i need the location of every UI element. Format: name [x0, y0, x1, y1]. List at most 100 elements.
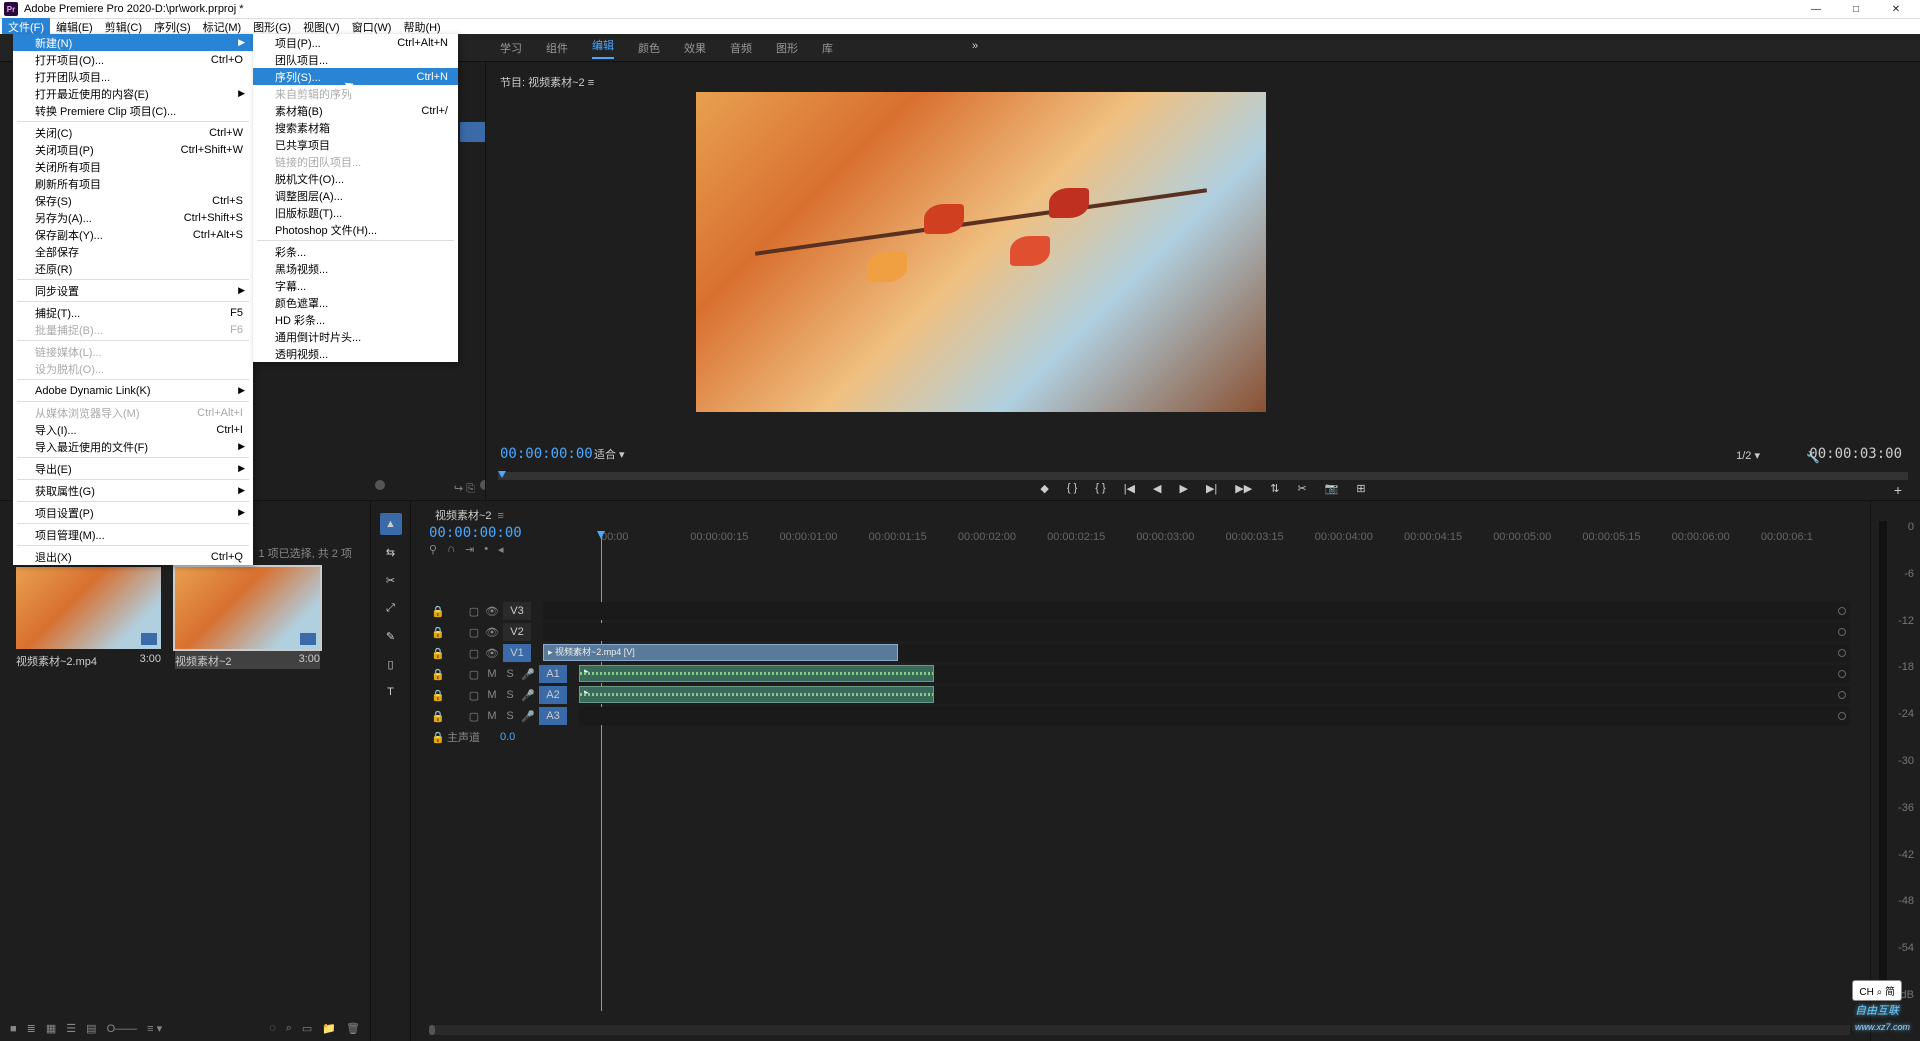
menu-item[interactable]: 退出(X)Ctrl+Q [13, 548, 253, 565]
menu-item[interactable]: 关闭所有项目 [13, 158, 253, 175]
tool-button[interactable]: T [380, 681, 402, 703]
timeline-tool-icon[interactable]: ∩ [447, 543, 455, 556]
track-label[interactable]: V3 [503, 602, 531, 620]
transport-button[interactable]: ⊞ [1356, 482, 1365, 500]
transport-button[interactable]: ✂ [1297, 482, 1306, 500]
project-action-button[interactable]: ▭ [302, 1022, 312, 1035]
workspace-tab[interactable]: 编辑 [592, 37, 614, 59]
tool-button[interactable]: ⇆ [380, 541, 402, 563]
menu-item[interactable]: 导入最近使用的文件(F)▶ [13, 438, 253, 455]
track-toggle[interactable]: ▢ [465, 689, 483, 702]
project-view-button[interactable]: ☰ [66, 1023, 76, 1035]
menu-item[interactable]: 同步设置▶ [13, 282, 253, 299]
track-label[interactable]: A3 [539, 707, 567, 725]
tool-button[interactable]: ▲ [380, 513, 402, 535]
menu-item[interactable]: 导入(I)...Ctrl+I [13, 421, 253, 438]
program-scrubber[interactable] [498, 472, 1908, 480]
workspace-tab[interactable]: 颜色 [638, 40, 660, 56]
keyframe-toggle[interactable] [1838, 607, 1846, 615]
track-lane[interactable] [543, 623, 1850, 641]
project-view-button[interactable]: ≡ ▾ [147, 1023, 162, 1035]
keyframe-toggle[interactable] [1838, 670, 1846, 678]
timeline-timecode[interactable]: 00:00:00:00 [429, 525, 522, 541]
keyframe-toggle[interactable] [1838, 712, 1846, 720]
track-toggle[interactable]: ▢ [465, 605, 483, 618]
track-toggle[interactable]: M [483, 668, 501, 680]
timeline-tool-icon[interactable]: ⚲ [429, 543, 437, 556]
track-toggle[interactable]: 🔒 [429, 710, 447, 723]
submenu-item[interactable]: 彩条... [253, 243, 458, 260]
workspace-tab[interactable]: 图形 [776, 40, 798, 56]
submenu-item[interactable]: 颜色遮罩... [253, 294, 458, 311]
track-toggle[interactable]: ▢ [465, 668, 483, 681]
lock-icon[interactable]: 🔒 [429, 731, 447, 744]
maximize-button[interactable]: □ [1836, 4, 1876, 15]
submenu-item[interactable]: 通用倒计时片头... [253, 328, 458, 345]
menu-item[interactable]: 捕捉(T)...F5 [13, 304, 253, 321]
timeline-tool-icon[interactable]: ◂ [498, 543, 504, 556]
menu-item[interactable]: 打开最近使用的内容(E)▶ [13, 85, 253, 102]
program-zoom-dropdown[interactable]: 1/2 ▾ [1736, 449, 1760, 462]
submenu-item[interactable]: 已共享项目 [253, 136, 458, 153]
track-toggle[interactable]: 🎤 [519, 668, 537, 681]
menu-item[interactable]: 新建(N)▶ [13, 34, 253, 51]
menu-item[interactable]: 还原(R) [13, 260, 253, 277]
playhead-icon[interactable] [498, 471, 506, 478]
menu-帮助(H)[interactable]: 帮助(H) [397, 18, 446, 36]
menu-item[interactable]: 保存副本(Y)...Ctrl+Alt+S [13, 226, 253, 243]
timeline-tool-icon[interactable]: • [484, 543, 488, 556]
menu-标记(M)[interactable]: 标记(M) [197, 18, 248, 36]
track-toggle[interactable]: M [483, 710, 501, 722]
workspace-more-icon[interactable]: » [972, 40, 978, 52]
program-timecode[interactable]: 00:00:00:00 [500, 446, 593, 462]
close-button[interactable]: ✕ [1876, 4, 1916, 15]
transport-button[interactable]: ⇅ [1270, 482, 1279, 500]
workspace-tab[interactable]: 音频 [730, 40, 752, 56]
submenu-item[interactable]: 字幕... [253, 277, 458, 294]
track-toggle[interactable]: 🔒 [429, 647, 447, 660]
submenu-item[interactable]: 素材箱(B)Ctrl+/ [253, 102, 458, 119]
transport-button[interactable]: ▶▶ [1235, 482, 1252, 500]
submenu-item[interactable]: 旧版标题(T)... [253, 204, 458, 221]
track-toggle[interactable]: 🔒 [429, 605, 447, 618]
menu-item[interactable]: 项目管理(M)... [13, 526, 253, 543]
transport-button[interactable]: ▶ [1180, 482, 1188, 500]
keyframe-toggle[interactable] [1838, 691, 1846, 699]
menu-视图(V)[interactable]: 视图(V) [297, 18, 346, 36]
menu-文件(F)[interactable]: 文件(F) [2, 18, 50, 36]
submenu-item[interactable]: HD 彩条... [253, 311, 458, 328]
submenu-item[interactable]: 团队项目... [253, 51, 458, 68]
project-clip[interactable]: 视频素材~2.mp43:00 [16, 567, 161, 669]
scrollbar-handle[interactable] [375, 480, 385, 490]
transport-button[interactable]: ◆ [1040, 482, 1048, 500]
sequence-tab[interactable]: 视频素材~2 [435, 510, 492, 522]
menu-剪辑(C)[interactable]: 剪辑(C) [99, 18, 148, 36]
project-action-button[interactable]: ◌ [269, 1022, 276, 1035]
transport-button[interactable]: 📷 [1325, 482, 1339, 500]
transport-button[interactable]: { } [1095, 482, 1105, 500]
ime-badge[interactable]: CH ⌕ 简 [1852, 980, 1902, 1001]
timeline-scrollbar[interactable] [429, 1025, 1850, 1035]
menu-item[interactable]: 导出(E)▶ [13, 460, 253, 477]
project-action-button[interactable]: 📁 [322, 1022, 336, 1035]
transport-button[interactable]: ◀ [1153, 482, 1161, 500]
track-toggle[interactable]: 🎤 [519, 710, 537, 723]
project-view-button[interactable]: ▦ [46, 1023, 56, 1035]
track-label[interactable]: A1 [539, 665, 567, 683]
timeline-clip[interactable]: ▸ 视频素材~2.mp4 [V] [543, 644, 898, 661]
project-clip[interactable]: 视频素材~23:00 [175, 567, 320, 669]
track-toggle[interactable]: 🔒 [429, 689, 447, 702]
menu-序列(S)[interactable]: 序列(S) [148, 18, 197, 36]
timeline-tool-icon[interactable]: ⇥ [465, 543, 474, 556]
track-toggle[interactable]: 👁 [483, 647, 501, 660]
tool-button[interactable]: ⤢ [380, 597, 402, 619]
program-viewport[interactable] [696, 92, 1266, 412]
workspace-tab[interactable]: 库 [822, 40, 833, 56]
track-toggle[interactable]: 🔒 [429, 626, 447, 639]
menu-item[interactable]: 关闭(C)Ctrl+W [13, 124, 253, 141]
submenu-item[interactable]: 项目(P)...Ctrl+Alt+N [253, 34, 458, 51]
tool-button[interactable]: ✎ [380, 625, 402, 647]
track-lane[interactable]: ▸ [579, 665, 1850, 683]
project-view-button[interactable]: ≣ [27, 1023, 36, 1035]
track-lane[interactable] [543, 602, 1850, 620]
